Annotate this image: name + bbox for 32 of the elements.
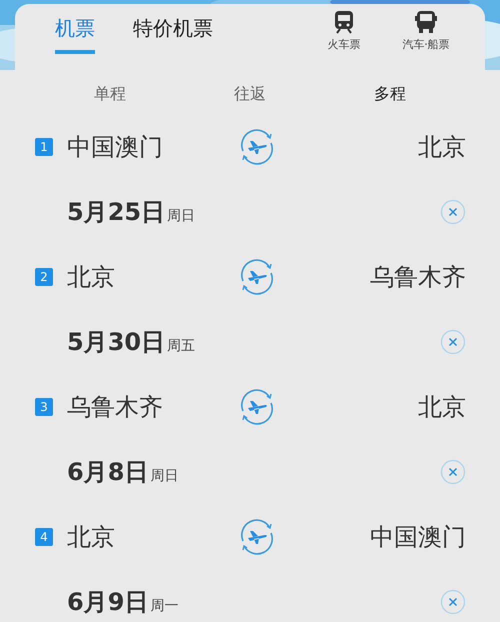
segment-number: 1 — [35, 138, 53, 156]
weekday-label: 周五 — [167, 337, 196, 355]
departure-date[interactable]: 5月30日 — [67, 326, 166, 358]
segment-number: 3 — [35, 398, 53, 416]
weekday-label: 周日 — [150, 467, 178, 485]
trip-type-tab[interactable]: 单程 — [90, 82, 130, 106]
bus-icon[interactable] — [414, 10, 438, 34]
remove-icon[interactable] — [440, 329, 466, 355]
departure-city[interactable]: 中国澳门 — [67, 131, 227, 163]
weekday-label: 周日 — [167, 207, 196, 225]
remove-icon[interactable] — [440, 589, 466, 615]
departure-date[interactable]: 6月9日 — [67, 586, 148, 618]
departure-city[interactable]: 北京 — [67, 261, 227, 293]
remove-icon[interactable] — [440, 199, 466, 225]
segment-number: 4 — [35, 528, 53, 546]
transport-label[interactable]: 火车票 — [328, 37, 360, 52]
segment-number: 2 — [35, 268, 53, 286]
transport-label[interactable]: 汽车·船票 — [402, 37, 450, 52]
arrival-city[interactable]: 中国澳门 — [277, 521, 466, 553]
departure-city[interactable]: 北京 — [67, 521, 227, 553]
departure-date[interactable]: 6月8日 — [67, 456, 148, 488]
trip-type-tab[interactable]: 多程 — [370, 82, 410, 106]
remove-icon[interactable] — [440, 459, 466, 485]
train-icon[interactable] — [333, 10, 355, 34]
departure-city[interactable]: 乌鲁木齐 — [67, 391, 227, 423]
departure-date[interactable]: 5月25日 — [67, 196, 166, 228]
tab[interactable]: 特价机票 — [133, 4, 213, 54]
weekday-label: 周一 — [150, 597, 178, 615]
arrival-city[interactable]: 乌鲁木齐 — [277, 261, 466, 293]
arrival-city[interactable]: 北京 — [277, 391, 466, 423]
arrival-city[interactable]: 北京 — [277, 131, 466, 163]
trip-type-tab[interactable]: 往返 — [230, 82, 270, 106]
